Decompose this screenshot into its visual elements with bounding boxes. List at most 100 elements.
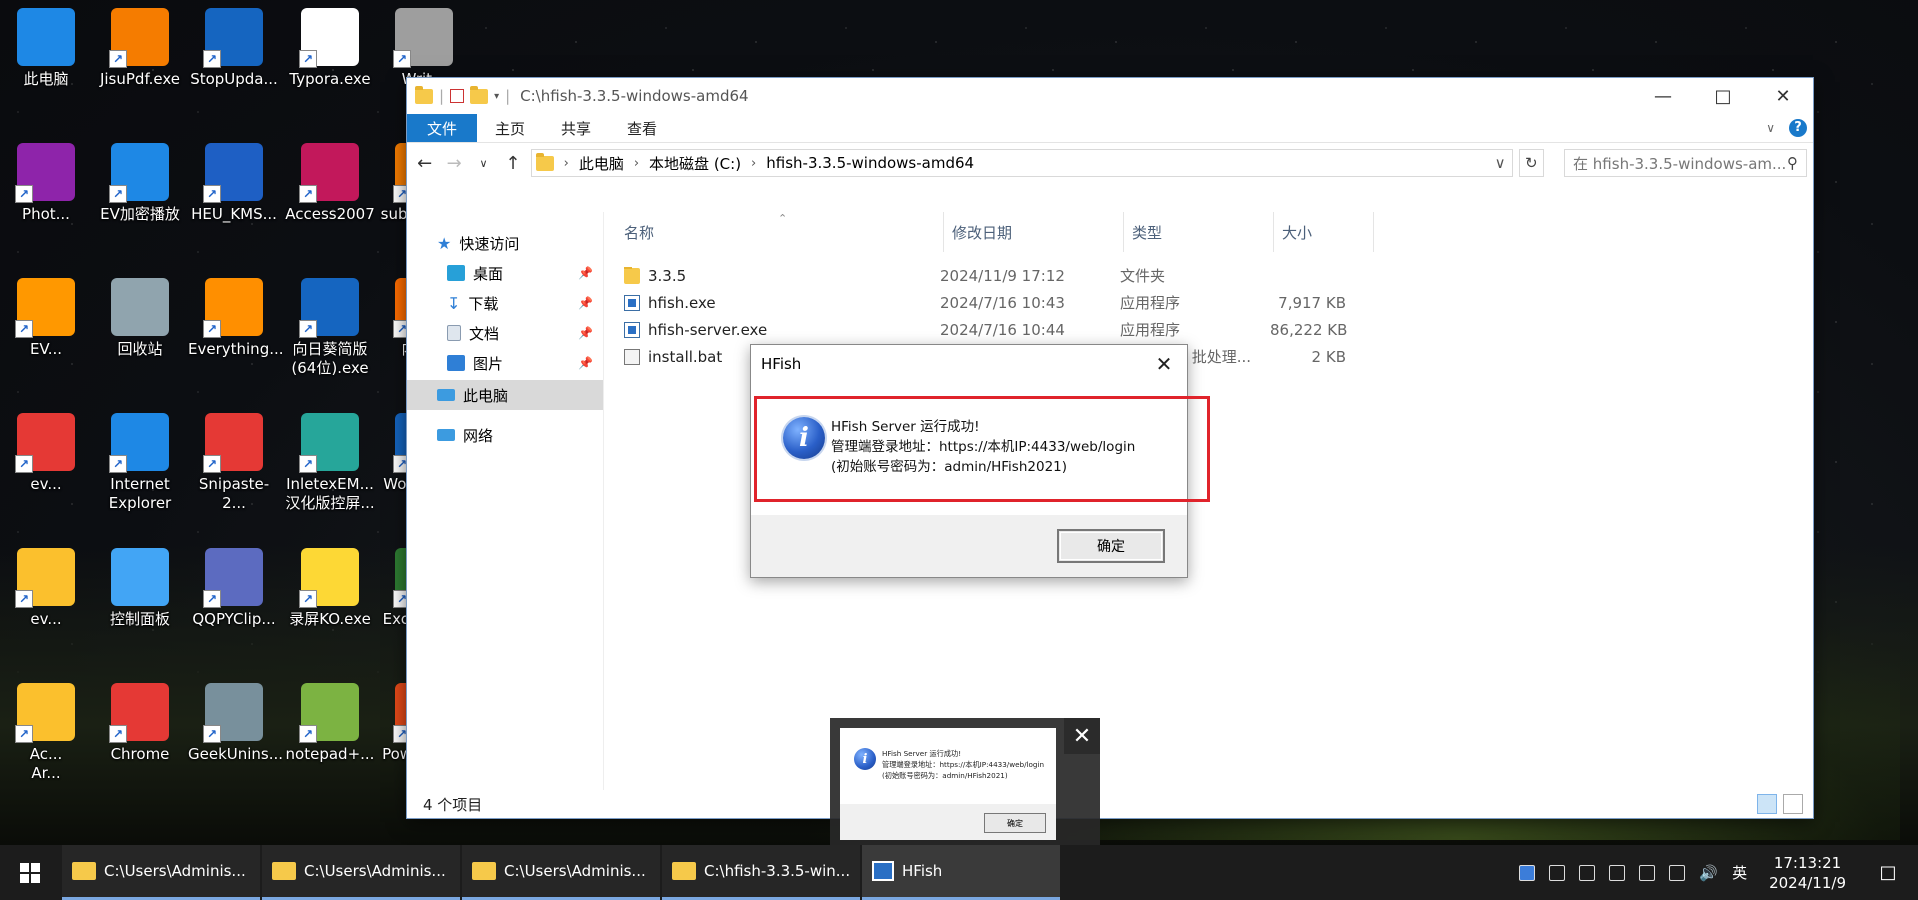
column-date[interactable]: 修改日期 (944, 212, 1124, 252)
ime-indicator[interactable]: 英 (1732, 862, 1747, 883)
desktop-icon-item[interactable]: 回收站 (94, 270, 186, 359)
taskbar-thumbnail-preview[interactable]: i HFish Server 运行成功! 管理端登录地址：https://本机I… (830, 718, 1100, 850)
nav-downloads[interactable]: ↧ 下载 📌 (407, 288, 603, 318)
quick-access-dropdown-icon[interactable]: ▾ (494, 91, 499, 102)
tray-colorful-icon[interactable] (1609, 864, 1626, 881)
breadcrumb-folder[interactable]: hfish-3.3.5-windows-amd64 (766, 154, 974, 172)
network-icon[interactable] (1669, 864, 1686, 881)
desktop-icon-item[interactable]: ↗ Access2007 (284, 135, 376, 224)
nav-desktop[interactable]: 桌面 📌 (407, 258, 603, 288)
minimize-button[interactable]: — (1633, 78, 1693, 114)
expand-ribbon-icon[interactable]: ∨ (1766, 121, 1775, 135)
nav-pictures[interactable]: 图片 📌 (407, 348, 603, 378)
app-window-icon (872, 861, 894, 881)
desktop-icon-item[interactable]: ↗ ev... (0, 405, 92, 494)
desktop-icon-item[interactable]: ↗ JisuPdf.exe (94, 0, 186, 89)
desktop-icon-item[interactable]: ↗ Typora.exe (284, 0, 376, 89)
file-type: 文件夹 (1120, 267, 1166, 285)
file-row[interactable]: hfish.exe 2024/7/16 10:43 应用程序 7,917 KB (604, 289, 1813, 316)
desktop-icon-item[interactable]: ↗ 录屏KO.exe (284, 540, 376, 629)
maximize-button[interactable]: □ (1693, 78, 1753, 114)
desktop-icon-item[interactable]: ↗ notepad+... (284, 675, 376, 764)
taskbar-button[interactable]: HFish (862, 845, 1060, 900)
file-date: 2024/7/16 10:43 (940, 293, 1065, 312)
file-row[interactable]: 3.3.5 2024/11/9 17:12 文件夹 (604, 262, 1813, 289)
desktop-icon-item[interactable]: ↗ QQPYClip... (188, 540, 280, 629)
tray-usb-icon[interactable] (1639, 864, 1656, 881)
tray-bluetooth-icon[interactable] (1549, 864, 1566, 881)
tray-app-icon[interactable] (1519, 864, 1536, 881)
thumbnail-close-button[interactable]: ✕ (1064, 718, 1100, 754)
desktop-icon-item[interactable]: ↗ EV加密播放 (94, 135, 186, 224)
address-dropdown-icon[interactable]: ∨ (1495, 154, 1512, 172)
up-button[interactable]: ↑ (501, 153, 524, 174)
nav-this-pc[interactable]: 此电脑 (407, 380, 603, 410)
file-date: 2024/11/9 17:12 (940, 266, 1065, 285)
details-view-button[interactable] (1757, 794, 1777, 814)
desktop-icon-item[interactable]: ↗ Ac... Ar... (0, 675, 92, 783)
help-icon[interactable]: ? (1789, 119, 1807, 137)
clock[interactable]: 17:13:21 2024/11/9 (1761, 853, 1854, 893)
desktop-icon-item[interactable]: 此电脑 (0, 0, 92, 89)
column-size[interactable]: 大小 (1274, 212, 1374, 252)
taskbar-button[interactable]: C:\Users\Adminis... (262, 845, 460, 900)
taskbar-button[interactable]: C:\Users\Adminis... (62, 845, 260, 900)
desktop-icon-item[interactable]: ↗ 向日葵简版 (64位).exe (284, 270, 376, 378)
desktop-icon-item[interactable]: ↗ GeekUnins... (188, 675, 283, 764)
address-bar[interactable]: › 此电脑 › 本地磁盘 (C:) › hfish-3.3.5-windows-… (530, 149, 1513, 177)
breadcrumb-this-pc[interactable]: 此电脑 (579, 153, 624, 174)
shortcut-arrow-icon: ↗ (109, 50, 127, 68)
sort-ascending-icon: ⌃ (778, 212, 788, 225)
exe-icon (624, 321, 640, 338)
new-folder-icon[interactable] (470, 85, 489, 104)
nav-documents[interactable]: 文档 📌 (407, 318, 603, 348)
desktop-icon-item[interactable]: ↗ Snipaste-2... (188, 405, 280, 513)
file-row[interactable]: hfish-server.exe 2024/7/16 10:44 应用程序 86,22… (604, 316, 1813, 343)
tab-share[interactable]: 共享 (543, 114, 609, 142)
pin-icon[interactable]: 📌 (578, 266, 593, 280)
search-input[interactable]: 在 hfish-3.3.5-windows-am... ⚲ (1564, 149, 1808, 177)
column-name[interactable]: 名称 (604, 212, 944, 252)
forward-button[interactable]: → (442, 153, 465, 174)
pin-icon[interactable]: 📌 (578, 326, 593, 340)
large-icons-view-button[interactable] (1783, 794, 1803, 814)
address-row: ← → ∨ ↑ › 此电脑 › 本地磁盘 (C:) › hfish-3.3.5-… (407, 143, 1813, 183)
tab-home[interactable]: 主页 (477, 114, 543, 142)
pin-icon[interactable]: 📌 (578, 296, 593, 310)
desktop-icon-item[interactable]: ↗ Internet Explorer (94, 405, 186, 513)
file-date: 2024/7/16 10:44 (940, 320, 1065, 339)
close-button[interactable]: ✕ (1753, 78, 1813, 114)
tray-vm-icon[interactable] (1579, 864, 1596, 881)
pin-icon[interactable]: 📌 (578, 356, 593, 370)
taskbar-button[interactable]: C:\hfish-3.3.5-win... (662, 845, 860, 900)
desktop-icon-item[interactable]: ↗ StopUpda... (188, 0, 280, 89)
tab-view[interactable]: 查看 (609, 114, 675, 142)
shortcut-arrow-icon: ↗ (393, 50, 411, 68)
start-button[interactable] (0, 845, 60, 900)
nav-quick-access[interactable]: ★ 快速访问 (407, 228, 603, 258)
desktop-icon-item[interactable]: ↗Writ... (378, 0, 470, 89)
properties-icon[interactable] (450, 89, 465, 103)
tab-file[interactable]: 文件 (407, 114, 478, 142)
refresh-button[interactable]: ↻ (1518, 149, 1545, 177)
desktop-icon-item[interactable]: ↗ EV... (0, 270, 92, 359)
nav-network[interactable]: 网络 (407, 420, 603, 450)
desktop-icon-item[interactable]: ↗ ev... (0, 540, 92, 629)
ok-button[interactable]: 确定 (1057, 529, 1165, 563)
desktop-icon-item[interactable]: ↗ InletexEM... 汉化版控屏... (284, 405, 376, 513)
desktop-icon-item[interactable]: ↗ Phot... (0, 135, 92, 224)
desktop-icon-item[interactable]: ↗ HEU_KMS... (188, 135, 280, 224)
desktop-icon-item[interactable]: ↗ Chrome (94, 675, 186, 764)
column-type[interactable]: 类型 (1124, 212, 1274, 252)
desktop-icon-item[interactable]: 控制面板 (94, 540, 186, 629)
notification-center-icon[interactable]: □ (1868, 862, 1908, 883)
back-button[interactable]: ← (413, 153, 436, 174)
volume-icon[interactable]: 🔊 (1699, 864, 1718, 882)
recent-locations-icon[interactable]: ∨ (472, 157, 495, 170)
bat-icon (624, 348, 640, 365)
dialog-close-button[interactable]: ✕ (1141, 352, 1187, 376)
breadcrumb-drive[interactable]: 本地磁盘 (C:) (649, 153, 741, 174)
desktop-icon-item[interactable]: ↗ Everything... (188, 270, 284, 359)
taskbar-button[interactable]: C:\Users\Adminis... (462, 845, 660, 900)
desktop-icon-label: JisuPdf.exe (99, 70, 181, 88)
